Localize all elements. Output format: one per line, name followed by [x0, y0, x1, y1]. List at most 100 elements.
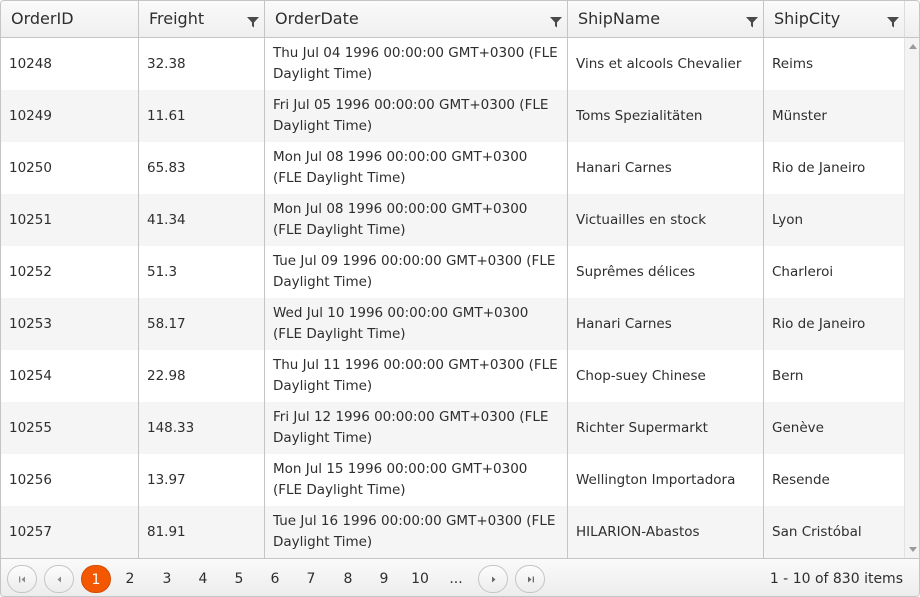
- grid-header: OrderID Freight OrderDate ShipName ShipC…: [1, 1, 904, 38]
- last-page-button[interactable]: [515, 565, 545, 593]
- last-page-icon: [528, 576, 534, 583]
- cell-orderdate: Fri Jul 12 1996 00:00:00 GMT+0300 (FLE D…: [265, 402, 568, 454]
- filter-icon[interactable]: [247, 16, 259, 28]
- cell-orderid: 10257: [1, 506, 139, 558]
- page-number-current[interactable]: 1: [81, 565, 111, 593]
- cell-shipname: Hanari Carnes: [568, 298, 764, 350]
- cell-shipcity: Rio de Janeiro: [772, 315, 866, 332]
- cell-freight: 11.61: [139, 90, 265, 142]
- page-number[interactable]: 3: [152, 565, 182, 593]
- page-more[interactable]: ...: [441, 565, 471, 593]
- next-page-button[interactable]: [478, 565, 508, 593]
- cell-freight: 51.3: [139, 246, 265, 298]
- cell-shipname: Vins et alcools Chevalier: [568, 38, 764, 90]
- cell-shipcity: Bern: [772, 367, 804, 384]
- cell-shipcity: Genève: [772, 419, 824, 436]
- table-row[interactable]: 10256 13.97 Mon Jul 15 1996 00:00:00 GMT…: [1, 454, 904, 506]
- previous-page-icon: [57, 576, 61, 583]
- cell-orderdate: Thu Jul 11 1996 00:00:00 GMT+0300 (FLE D…: [265, 350, 568, 402]
- table-row[interactable]: 10250 65.83 Mon Jul 08 1996 00:00:00 GMT…: [1, 142, 904, 194]
- column-header-shipcity[interactable]: ShipCity: [764, 1, 904, 37]
- page-number[interactable]: 6: [260, 565, 290, 593]
- scroll-up-icon[interactable]: [909, 44, 917, 49]
- table-row[interactable]: 10249 11.61 Fri Jul 05 1996 00:00:00 GMT…: [1, 90, 904, 142]
- column-header-orderid[interactable]: OrderID: [1, 1, 139, 37]
- cell-orderdate: Tue Jul 09 1996 00:00:00 GMT+0300 (FLE D…: [265, 246, 568, 298]
- page-number[interactable]: 2: [115, 565, 145, 593]
- cell-orderdate: Wed Jul 10 1996 00:00:00 GMT+0300 (FLE D…: [265, 298, 568, 350]
- cell-orderid: 10256: [1, 454, 139, 506]
- cell-shipcity: Charleroi: [772, 263, 834, 280]
- data-grid: OrderID Freight OrderDate ShipName ShipC…: [0, 0, 920, 597]
- pager-info: 1 - 10 of 830 items: [769, 571, 903, 587]
- column-header-label: OrderID: [11, 9, 74, 28]
- cell-orderid: 10253: [1, 298, 139, 350]
- filter-icon[interactable]: [550, 16, 562, 28]
- column-header-freight[interactable]: Freight: [139, 1, 265, 37]
- cell-shipname: Toms Spezialitäten: [568, 90, 764, 142]
- cell-freight: 22.98: [139, 350, 265, 402]
- cell-shipname: Suprêmes délices: [568, 246, 764, 298]
- table-row[interactable]: 10252 51.3 Tue Jul 09 1996 00:00:00 GMT+…: [1, 246, 904, 298]
- column-header-label: ShipName: [578, 9, 661, 28]
- header-scrollbar-filler: [904, 1, 919, 38]
- cell-freight: 13.97: [139, 454, 265, 506]
- cell-orderid: 10255: [1, 402, 139, 454]
- cell-freight: 41.34: [139, 194, 265, 246]
- cell-freight: 58.17: [139, 298, 265, 350]
- next-page-icon: [492, 576, 496, 583]
- cell-shipcity: Resende: [772, 471, 830, 488]
- page-number[interactable]: 7: [296, 565, 326, 593]
- cell-orderid: 10251: [1, 194, 139, 246]
- cell-orderid: 10248: [1, 38, 139, 90]
- page-number[interactable]: 9: [369, 565, 399, 593]
- filter-icon[interactable]: [887, 16, 899, 28]
- cell-orderid: 10249: [1, 90, 139, 142]
- cell-orderid: 10254: [1, 350, 139, 402]
- page-number[interactable]: 5: [224, 565, 254, 593]
- table-row[interactable]: 10255 148.33 Fri Jul 12 1996 00:00:00 GM…: [1, 402, 904, 454]
- page-number[interactable]: 4: [188, 565, 218, 593]
- cell-shipname: Chop-suey Chinese: [568, 350, 764, 402]
- cell-shipcity: Münster: [772, 107, 827, 124]
- previous-page-button[interactable]: [44, 565, 74, 593]
- page-number[interactable]: 8: [333, 565, 363, 593]
- cell-orderid: 10250: [1, 142, 139, 194]
- pager: 1 2 3 4 5 6 7 8 9 10 ... 1 - 10 of 830 i…: [1, 558, 919, 596]
- page-number[interactable]: 10: [405, 565, 435, 593]
- vertical-scrollbar[interactable]: [904, 38, 919, 558]
- table-row[interactable]: 10254 22.98 Thu Jul 11 1996 00:00:00 GMT…: [1, 350, 904, 402]
- first-page-icon: [19, 576, 25, 583]
- cell-orderdate: Mon Jul 08 1996 00:00:00 GMT+0300 (FLE D…: [265, 142, 568, 194]
- cell-orderdate: Thu Jul 04 1996 00:00:00 GMT+0300 (FLE D…: [265, 38, 568, 90]
- first-page-button[interactable]: [7, 565, 37, 593]
- cell-shipcity: Lyon: [772, 211, 804, 228]
- table-row[interactable]: 10257 81.91 Tue Jul 16 1996 00:00:00 GMT…: [1, 506, 904, 558]
- cell-orderdate: Mon Jul 08 1996 00:00:00 GMT+0300 (FLE D…: [265, 194, 568, 246]
- cell-freight: 65.83: [139, 142, 265, 194]
- cell-shipcity: Rio de Janeiro: [772, 159, 866, 176]
- column-header-label: Freight: [149, 9, 205, 28]
- scroll-down-icon[interactable]: [909, 547, 917, 552]
- column-header-orderdate[interactable]: OrderDate: [265, 1, 568, 37]
- cell-shipcity: San Cristóbal: [772, 523, 862, 540]
- cell-shipname: Victuailles en stock: [568, 194, 764, 246]
- table-row[interactable]: 10253 58.17 Wed Jul 10 1996 00:00:00 GMT…: [1, 298, 904, 350]
- cell-orderdate: Fri Jul 05 1996 00:00:00 GMT+0300 (FLE D…: [265, 90, 568, 142]
- cell-orderdate: Tue Jul 16 1996 00:00:00 GMT+0300 (FLE D…: [265, 506, 568, 558]
- cell-shipcity: Reims: [772, 55, 814, 72]
- cell-orderdate: Mon Jul 15 1996 00:00:00 GMT+0300 (FLE D…: [265, 454, 568, 506]
- column-header-shipname[interactable]: ShipName: [568, 1, 764, 37]
- cell-freight: 81.91: [139, 506, 265, 558]
- cell-freight: 148.33: [139, 402, 265, 454]
- column-header-label: OrderDate: [275, 9, 359, 28]
- cell-shipname: HILARION-Abastos: [568, 506, 764, 558]
- column-header-label: ShipCity: [774, 9, 841, 28]
- cell-freight: 32.38: [139, 38, 265, 90]
- cell-shipname: Hanari Carnes: [568, 142, 764, 194]
- filter-icon[interactable]: [746, 16, 758, 28]
- cell-shipname: Richter Supermarkt: [568, 402, 764, 454]
- table-row[interactable]: 10251 41.34 Mon Jul 08 1996 00:00:00 GMT…: [1, 194, 904, 246]
- cell-orderid: 10252: [1, 246, 139, 298]
- table-row[interactable]: 10248 32.38 Thu Jul 04 1996 00:00:00 GMT…: [1, 38, 904, 90]
